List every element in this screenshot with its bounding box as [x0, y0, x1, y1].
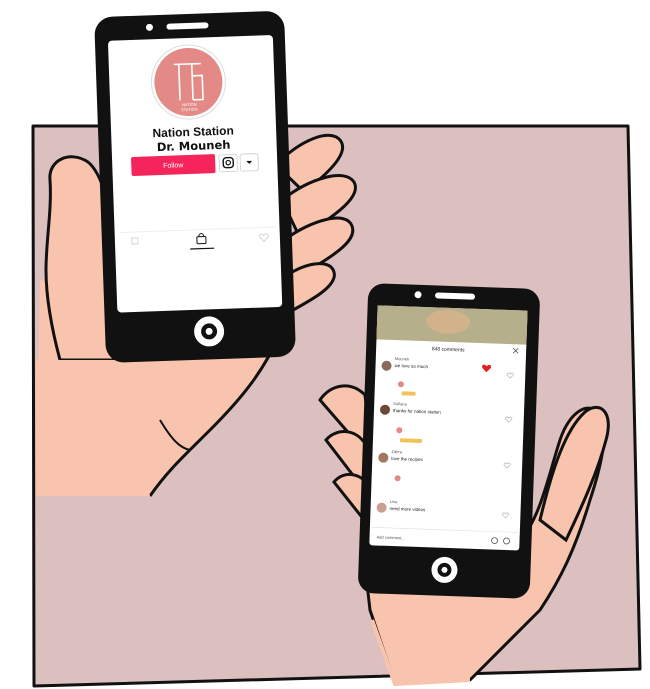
emoji-row: [399, 438, 422, 443]
emoji-row: [401, 391, 416, 396]
comment-user: Sufiana: [393, 401, 408, 406]
follow-button-label: Follow: [163, 162, 184, 170]
instagram-icon[interactable]: [218, 154, 238, 173]
comment-user: Zahra: [391, 449, 402, 454]
comment-user: Mouneh: [395, 356, 410, 362]
profile-phone: NATION STATION Nation Station Dr. Mouneh…: [94, 11, 296, 363]
comment-input[interactable]: Add comment...: [376, 534, 404, 540]
logo-text-line2: STATION: [181, 107, 198, 113]
comments-phone: 848 comments Mouneh we love so much Sufi…: [358, 283, 540, 599]
illustration: NATION STATION Nation Station Dr. Mouneh…: [31, 11, 642, 688]
display-name: Dr. Mouneh: [157, 138, 231, 155]
dropdown-arrow-icon[interactable]: [239, 153, 259, 172]
comments-header: 848 comments: [432, 346, 465, 353]
comment-user: Lina: [390, 499, 399, 504]
